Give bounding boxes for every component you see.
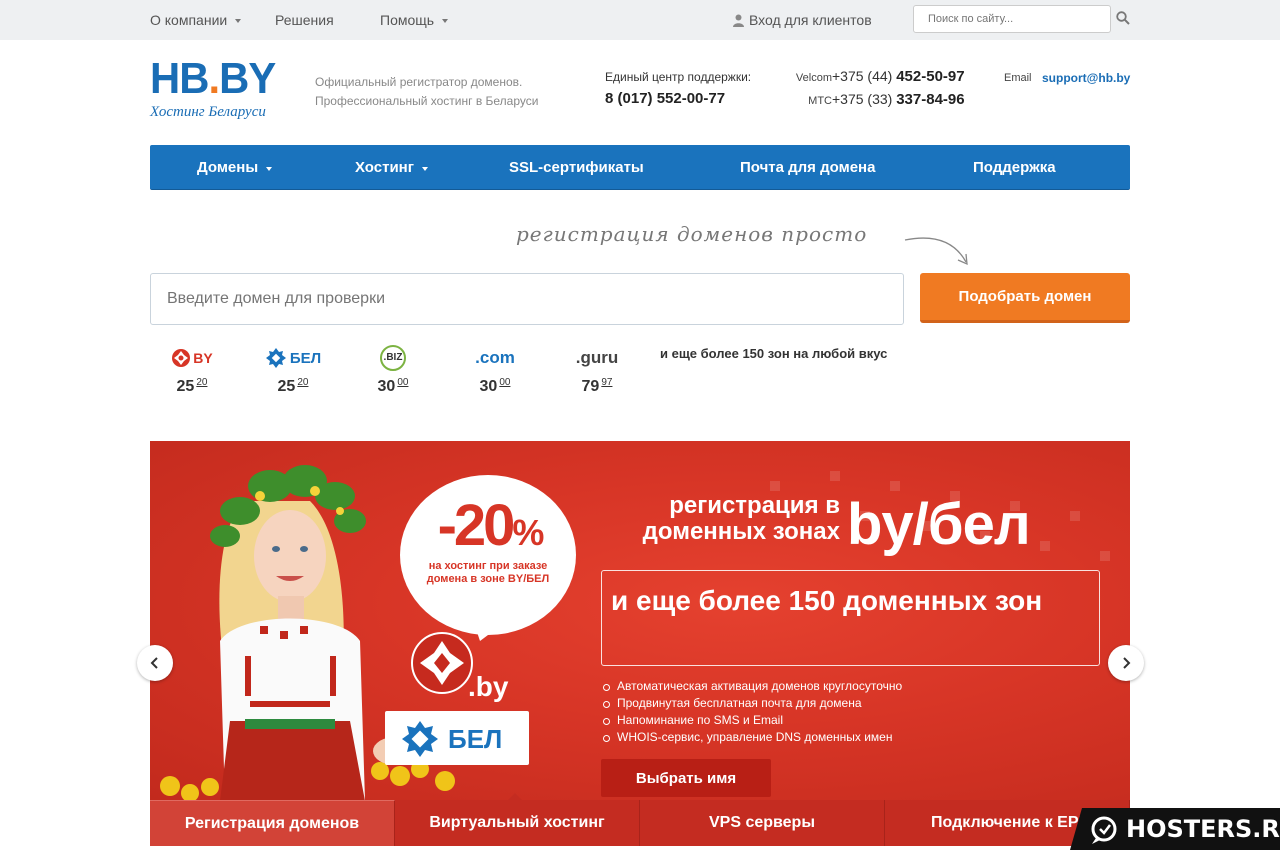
client-login-label: Вход для клиентов bbox=[749, 12, 872, 28]
topnav-help[interactable]: Помощь bbox=[380, 12, 449, 28]
chevron-right-icon bbox=[1123, 657, 1131, 669]
curved-arrow-icon bbox=[904, 237, 968, 266]
operator-phones: Velcom +375 (44) 452-50-97 МТС +375 (33)… bbox=[780, 68, 965, 114]
support-label: Единый центр поддержки: bbox=[605, 70, 752, 84]
nav-domains[interactable]: Домены bbox=[197, 145, 273, 190]
zone-bel[interactable]: БЕЛ 25 20 bbox=[253, 343, 333, 396]
banner-features: Автоматическая активация доменов круглос… bbox=[603, 678, 902, 746]
nav-ssl[interactable]: SSL-сертификаты bbox=[509, 145, 644, 190]
zone-logo: .com bbox=[475, 348, 515, 367]
site-logo[interactable]: HB.BY Хостинг Беларуси bbox=[150, 57, 282, 121]
topnav-solutions-label: Решения bbox=[275, 12, 334, 28]
discount-note: на хостинг при заказе домена в зоне BY/Б… bbox=[426, 560, 550, 585]
slogan: регистрация доменов просто bbox=[516, 222, 868, 246]
banner-highlight-text: и еще более 150 доменных зон bbox=[611, 585, 1043, 616]
carousel-next-button[interactable] bbox=[1108, 645, 1144, 681]
phone-row-velcom: Velcom +375 (44) 452-50-97 bbox=[780, 68, 965, 91]
chevron-down-icon bbox=[266, 166, 273, 171]
phone-number[interactable]: +375 (33) 337-84-96 bbox=[832, 91, 965, 108]
tab-domain-registration[interactable]: Регистрация доменов bbox=[150, 800, 395, 846]
zone-biz[interactable]: .BIZ 30 00 bbox=[353, 343, 433, 396]
zone-logo: .BIZ bbox=[353, 343, 433, 373]
domain-search-input[interactable] bbox=[150, 273, 904, 325]
bel-ornament-icon bbox=[265, 348, 286, 368]
bubble-tail bbox=[470, 611, 520, 641]
by-zone-label: .by bbox=[468, 671, 509, 702]
phone-row-mts: МТС +375 (33) 337-84-96 bbox=[780, 91, 965, 114]
zone-price: 25 20 bbox=[277, 377, 309, 395]
nav-hosting[interactable]: Хостинг bbox=[355, 145, 428, 190]
bel-ornament-icon bbox=[402, 721, 438, 757]
tab-vps[interactable]: VPS серверы bbox=[640, 800, 885, 846]
zones-more-text[interactable]: и еще более 150 зон на любой вкус bbox=[660, 346, 887, 361]
find-domain-button[interactable]: Подобрать домен bbox=[920, 273, 1130, 323]
main-navigation: Домены Хостинг SSL-сертификаты Почта для… bbox=[150, 145, 1130, 190]
zone-guru[interactable]: .guru 79 97 bbox=[557, 343, 637, 396]
chevron-down-icon bbox=[422, 166, 428, 171]
phone-number[interactable]: +375 (44) 452-50-97 bbox=[832, 68, 965, 85]
operator-name: Velcom bbox=[795, 72, 832, 84]
choose-name-button[interactable]: Выбрать имя bbox=[601, 759, 771, 797]
carousel-prev-button[interactable] bbox=[137, 645, 173, 681]
logo-subtitle: Хостинг Беларуси bbox=[150, 104, 266, 120]
zone-price: 25 20 bbox=[176, 377, 208, 395]
watermark-text: HOSTERS.RU bbox=[1126, 815, 1280, 843]
tagline: Официальный регистратор доменов. Професс… bbox=[315, 73, 538, 111]
feature-item: Продвинутая бесплатная почта для домена bbox=[603, 695, 902, 712]
zone-price: 30 00 bbox=[377, 377, 409, 395]
email-link[interactable]: support@hb.by bbox=[1042, 71, 1130, 85]
tab-virtual-hosting[interactable]: Виртуальный хостинг bbox=[395, 800, 640, 846]
support-center: Единый центр поддержки: 8 (017) 552-00-7… bbox=[605, 70, 751, 107]
promo-banner: -20% на хостинг при заказе домена в зоне… bbox=[150, 441, 1130, 801]
zone-logo: БЕЛ bbox=[253, 343, 333, 373]
tab-pointer bbox=[508, 793, 522, 800]
logo-wordmark: HB.BY bbox=[150, 54, 276, 103]
bel-zone-label: БЕЛ bbox=[448, 724, 503, 754]
user-icon bbox=[733, 14, 744, 27]
topnav-about[interactable]: О компании bbox=[150, 12, 242, 28]
banner-title-big: by/бел bbox=[847, 492, 1031, 557]
zone-logo: .guru bbox=[575, 348, 619, 367]
topnav-solutions[interactable]: Решения bbox=[275, 12, 334, 28]
service-tabs: Регистрация доменов Виртуальный хостинг … bbox=[150, 800, 1130, 846]
zone-com[interactable]: .com 30 00 bbox=[455, 343, 535, 396]
by-ornament-icon bbox=[411, 632, 473, 694]
nav-support[interactable]: Поддержка bbox=[973, 145, 1056, 190]
topnav-help-label: Помощь bbox=[380, 12, 435, 28]
tagline-line1: Официальный регистратор доменов. bbox=[315, 75, 523, 89]
tagline-line2: Профессиональный хостинг в Беларуси bbox=[315, 94, 539, 108]
feature-item: Автоматическая активация доменов круглос… bbox=[603, 678, 902, 695]
banner-title-small: регистрация в доменных зонах bbox=[642, 492, 840, 545]
email-label: Email bbox=[1004, 72, 1032, 84]
site-search-input[interactable] bbox=[913, 5, 1111, 33]
client-login-link[interactable]: Вход для клиентов bbox=[733, 12, 872, 28]
zone-logo: BY bbox=[152, 343, 232, 373]
topnav-about-label: О компании bbox=[150, 12, 228, 28]
chevron-down-icon bbox=[235, 19, 242, 23]
chevron-down-icon bbox=[442, 19, 449, 23]
feature-item: WHOIS-сервис, управление DNS доменных им… bbox=[603, 729, 902, 746]
nav-domain-mail[interactable]: Почта для домена bbox=[740, 145, 875, 190]
zone-by[interactable]: BY 25 20 bbox=[152, 343, 232, 396]
support-phone[interactable]: 8 (017) 552-00-77 bbox=[605, 90, 751, 107]
discount-value: -20% bbox=[437, 493, 545, 558]
by-ornament-icon bbox=[172, 349, 191, 367]
search-icon[interactable] bbox=[1116, 11, 1130, 25]
zone-price: 30 00 bbox=[479, 377, 511, 395]
top-bar: О компании Решения Помощь Вход для клиен… bbox=[0, 0, 1280, 40]
operator-name: МТС bbox=[808, 95, 832, 107]
zone-price: 79 97 bbox=[581, 377, 613, 395]
chevron-left-icon bbox=[150, 657, 158, 669]
feature-item: Напоминание по SMS и Email bbox=[603, 712, 902, 729]
